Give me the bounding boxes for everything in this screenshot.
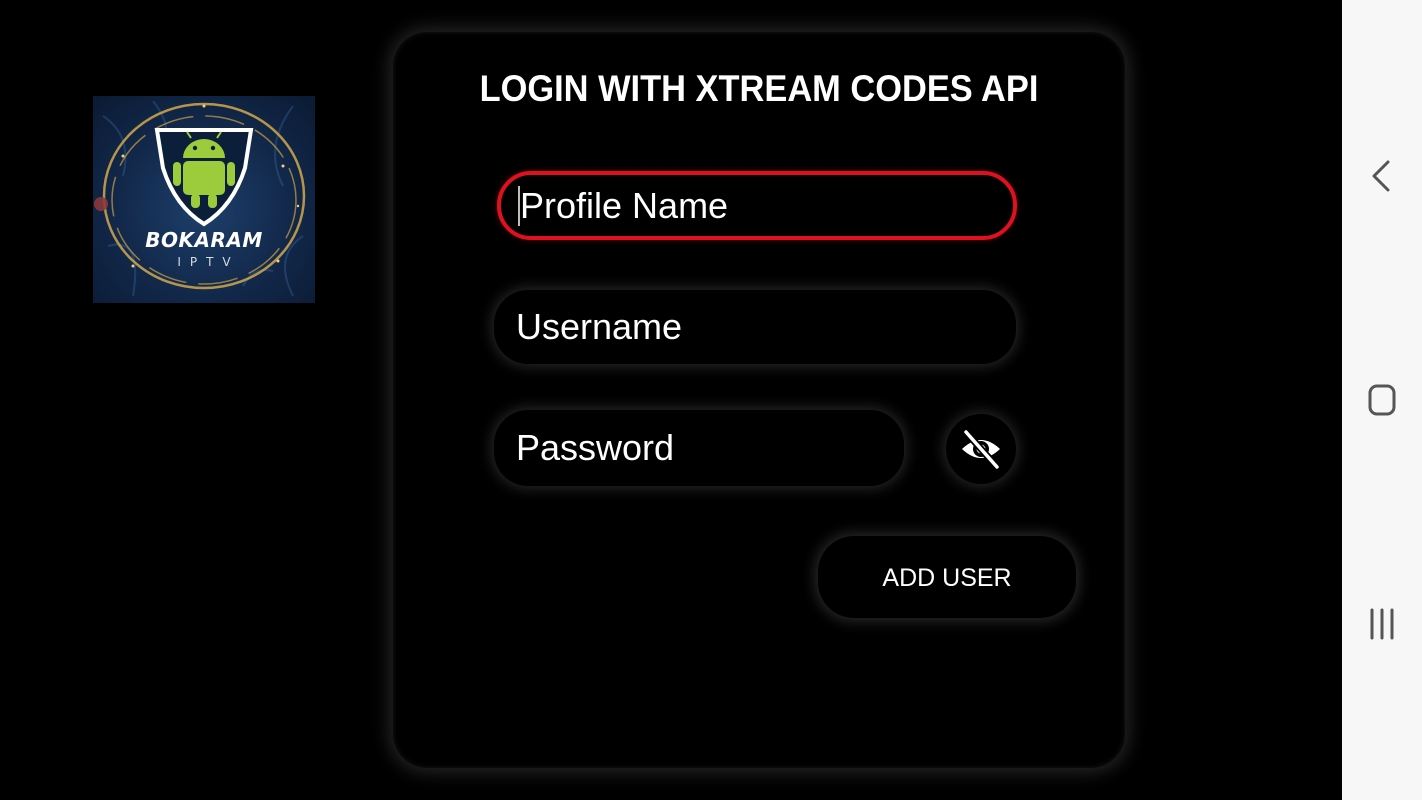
password-input[interactable]: Password <box>494 410 904 486</box>
add-user-button[interactable]: ADD USER <box>818 536 1076 618</box>
username-input[interactable]: Username <box>494 290 1016 364</box>
logo-brand-text: BOKARAM <box>145 228 263 252</box>
password-placeholder: Password <box>516 427 675 468</box>
app-area: BOKARAM IPTV LOGIN WITH XTREAM CODES API… <box>0 0 1342 800</box>
logo-graphic <box>94 100 306 297</box>
profile-name-input[interactable]: Profile Name <box>497 171 1017 240</box>
nav-home-button[interactable] <box>1362 380 1402 420</box>
eye-off-icon <box>962 428 1001 471</box>
system-navigation-bar <box>1342 0 1422 800</box>
logo-sub-text: IPTV <box>177 255 240 269</box>
password-visibility-toggle[interactable] <box>946 414 1016 484</box>
home-icon <box>1368 384 1396 416</box>
login-card <box>393 32 1125 768</box>
login-title: LOGIN WITH XTREAM CODES API <box>479 68 1039 109</box>
back-icon <box>1372 160 1390 192</box>
screen: BOKARAM IPTV LOGIN WITH XTREAM CODES API… <box>0 0 1422 800</box>
nav-back-button[interactable] <box>1362 156 1402 196</box>
nav-recents-button[interactable] <box>1362 604 1402 644</box>
username-placeholder: Username <box>516 306 683 347</box>
app-logo: BOKARAM IPTV <box>93 96 315 303</box>
profile-name-placeholder: Profile Name <box>520 184 729 226</box>
recents-icon <box>1370 608 1394 640</box>
